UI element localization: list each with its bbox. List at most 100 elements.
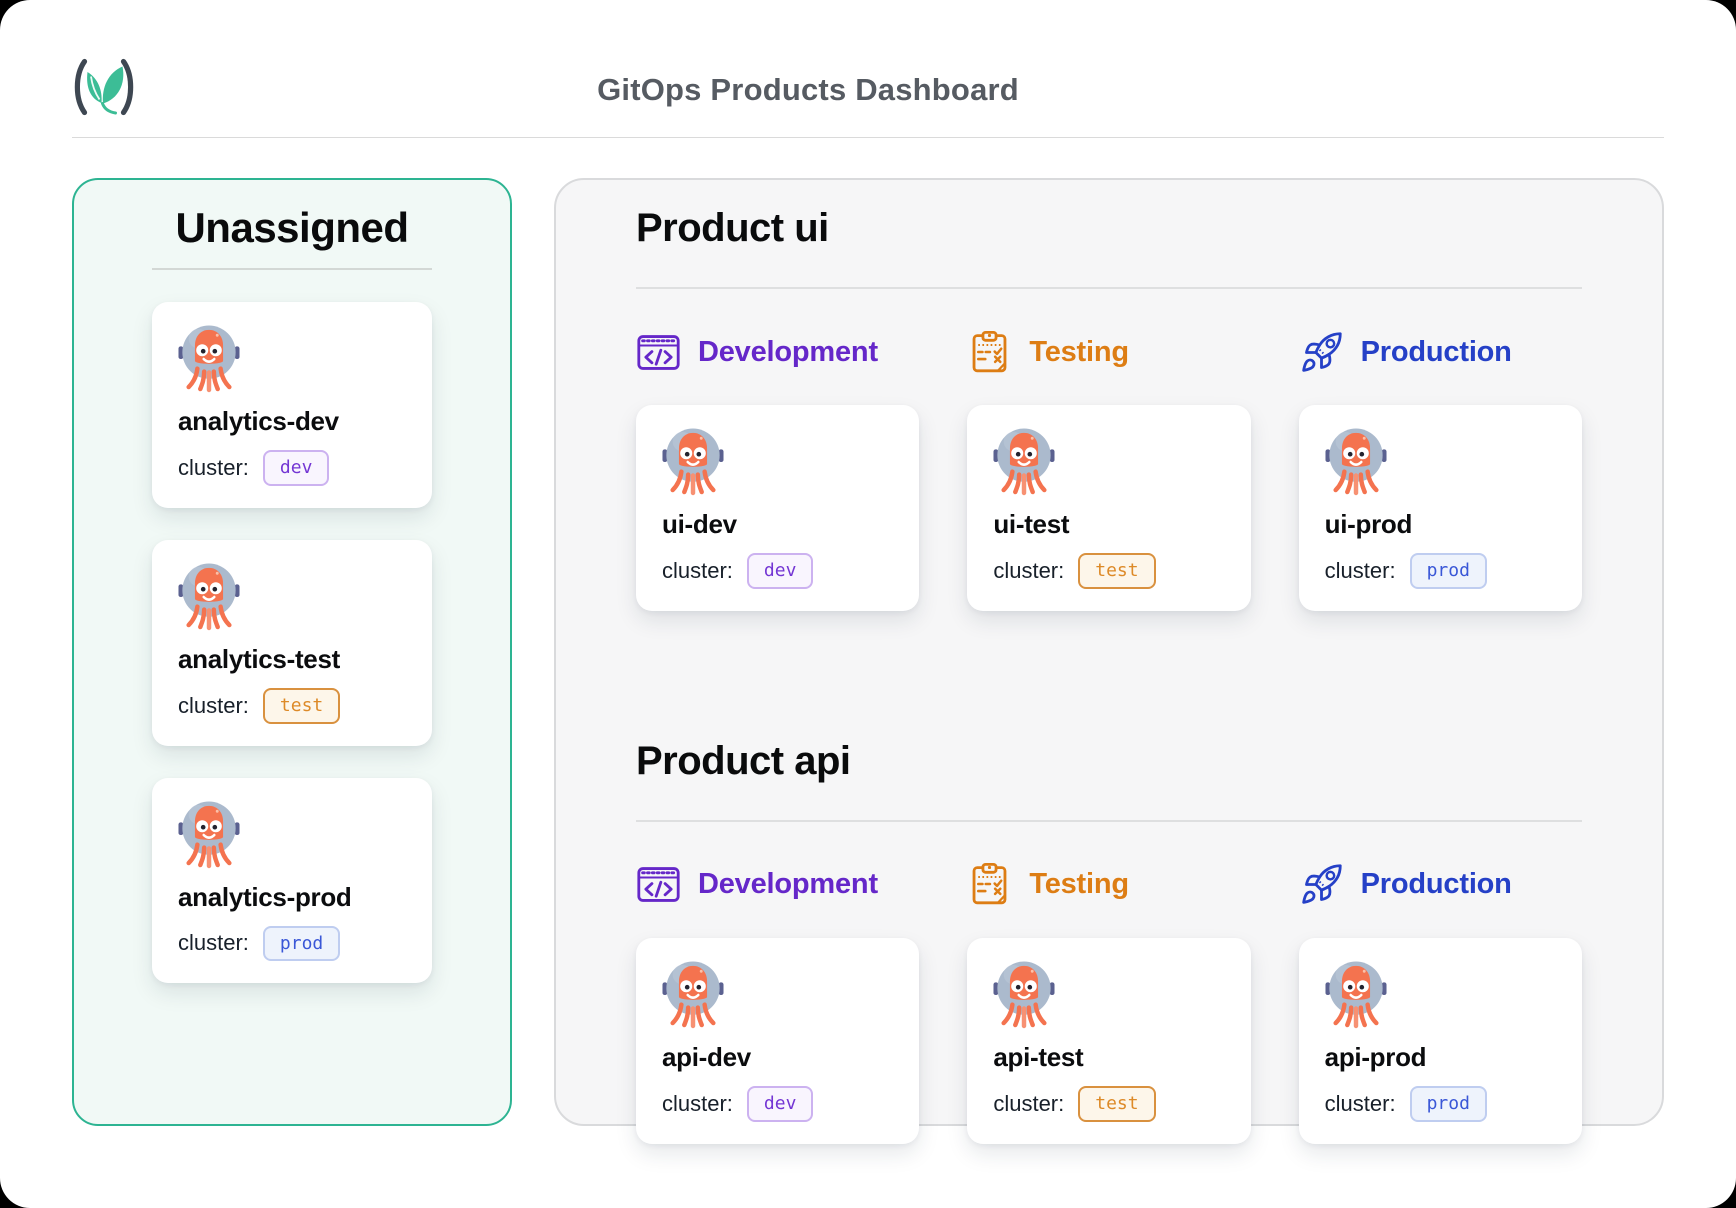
cluster-label: cluster: — [662, 558, 733, 584]
stage-label: Development — [698, 336, 878, 369]
app-card-analytics-dev[interactable]: analytics-dev cluster: dev — [152, 302, 432, 508]
cluster-label: cluster: — [1325, 558, 1396, 584]
stage-header-production: Production — [1299, 329, 1582, 375]
dashboard-page: GitOps Products Dashboard Unassigned ana… — [0, 0, 1736, 1208]
app-name: api-test — [993, 1042, 1224, 1073]
stage-card-slot: ui-dev cluster: dev — [636, 405, 919, 611]
argo-octopus-icon — [993, 958, 1055, 1030]
stage-card-slot: api-prod cluster: prod — [1299, 938, 1582, 1144]
cluster-badge: prod — [1410, 553, 1487, 589]
cluster-row: cluster: prod — [178, 926, 406, 962]
product-section-api: Product api Development api-dev — [636, 739, 1582, 1144]
app-name: ui-dev — [662, 509, 893, 540]
cluster-row: cluster: dev — [662, 553, 893, 589]
rocket-icon — [1299, 330, 1344, 375]
app-name: ui-test — [993, 509, 1224, 540]
product-section-ui: Product ui Development ui-dev — [636, 206, 1582, 611]
product-title: Product ui — [636, 206, 1582, 251]
app-name: analytics-dev — [178, 406, 406, 437]
divider — [636, 820, 1582, 822]
cluster-row: cluster: test — [993, 1086, 1224, 1122]
stage-header-development: Development — [636, 862, 919, 908]
app-card-ui-dev[interactable]: ui-dev cluster: dev — [636, 405, 919, 611]
app-card-analytics-test[interactable]: analytics-test cluster: test — [152, 540, 432, 746]
stage-card-slot: ui-prod cluster: prod — [1299, 405, 1582, 611]
argo-octopus-icon — [993, 425, 1055, 497]
argo-octopus-icon — [662, 425, 724, 497]
rocket-icon — [1299, 862, 1344, 907]
argo-octopus-icon — [178, 560, 240, 632]
argo-octopus-icon — [1325, 425, 1387, 497]
clipboard-checklist-icon — [967, 862, 1012, 907]
divider — [152, 268, 432, 270]
stage-card-slot: api-test cluster: test — [967, 938, 1250, 1144]
cluster-badge: dev — [747, 1086, 814, 1122]
cluster-label: cluster: — [993, 1091, 1064, 1117]
stage-row: Development api-dev cluster: dev — [636, 862, 1582, 1144]
app-name: api-dev — [662, 1042, 893, 1073]
cluster-label: cluster: — [662, 1091, 733, 1117]
argo-octopus-icon — [1325, 958, 1387, 1030]
cluster-row: cluster: dev — [178, 450, 406, 486]
cluster-row: cluster: prod — [1325, 553, 1556, 589]
stage-label: Production — [1361, 868, 1512, 901]
stage-column-production: Production ui-prod cluster: prod — [1299, 329, 1582, 611]
product-title: Product api — [636, 739, 1582, 784]
stage-row: Development ui-dev cluster: dev — [636, 329, 1582, 611]
app-name: api-prod — [1325, 1042, 1556, 1073]
app-card-api-test[interactable]: api-test cluster: test — [967, 938, 1250, 1144]
stage-label: Production — [1361, 336, 1512, 369]
products-panel: Product ui Development ui-dev — [554, 178, 1664, 1126]
argo-octopus-icon — [178, 322, 240, 394]
header: GitOps Products Dashboard — [72, 0, 1664, 138]
cluster-label: cluster: — [993, 558, 1064, 584]
app-name: analytics-test — [178, 644, 406, 675]
main-content: Unassigned analytics-dev cluster: dev — [0, 138, 1736, 1126]
cluster-badge: dev — [747, 553, 814, 589]
stage-header-production: Production — [1299, 862, 1582, 908]
cluster-row: cluster: prod — [1325, 1086, 1556, 1122]
cluster-label: cluster: — [178, 930, 249, 956]
stage-label: Testing — [1029, 868, 1129, 901]
cluster-badge: test — [1078, 1086, 1155, 1122]
app-card-ui-test[interactable]: ui-test cluster: test — [967, 405, 1250, 611]
stage-label: Development — [698, 868, 878, 901]
code-window-icon — [636, 330, 681, 375]
stage-column-production: Production api-prod cluster: prod — [1299, 862, 1582, 1144]
cluster-badge: test — [1078, 553, 1155, 589]
stage-column-testing: Testing api-test cluster: test — [967, 862, 1250, 1144]
cluster-badge: test — [263, 688, 340, 724]
clipboard-checklist-icon — [967, 330, 1012, 375]
argo-octopus-icon — [178, 798, 240, 870]
stage-header-testing: Testing — [967, 862, 1250, 908]
cluster-row: cluster: dev — [662, 1086, 893, 1122]
cluster-row: cluster: test — [178, 688, 406, 724]
argo-octopus-icon — [662, 958, 724, 1030]
app-card-api-dev[interactable]: api-dev cluster: dev — [636, 938, 919, 1144]
cluster-badge: prod — [263, 926, 340, 962]
cluster-label: cluster: — [178, 693, 249, 719]
cluster-badge: dev — [263, 450, 330, 486]
app-name: analytics-prod — [178, 882, 406, 913]
cluster-label: cluster: — [1325, 1091, 1396, 1117]
app-card-ui-prod[interactable]: ui-prod cluster: prod — [1299, 405, 1582, 611]
unassigned-panel: Unassigned analytics-dev cluster: dev — [72, 178, 512, 1126]
stage-card-slot: api-dev cluster: dev — [636, 938, 919, 1144]
cluster-row: cluster: test — [993, 553, 1224, 589]
app-card-analytics-prod[interactable]: analytics-prod cluster: prod — [152, 778, 432, 984]
stage-column-development: Development api-dev cluster: dev — [636, 862, 919, 1144]
cluster-badge: prod — [1410, 1086, 1487, 1122]
code-window-icon — [636, 862, 681, 907]
stage-header-development: Development — [636, 329, 919, 375]
page-title: GitOps Products Dashboard — [72, 72, 1544, 108]
stage-column-development: Development ui-dev cluster: dev — [636, 329, 919, 611]
unassigned-card-list: analytics-dev cluster: dev analytics-tes… — [152, 302, 432, 983]
stage-header-testing: Testing — [967, 329, 1250, 375]
unassigned-title: Unassigned — [152, 204, 432, 252]
app-card-api-prod[interactable]: api-prod cluster: prod — [1299, 938, 1582, 1144]
cluster-label: cluster: — [178, 455, 249, 481]
app-name: ui-prod — [1325, 509, 1556, 540]
stage-card-slot: ui-test cluster: test — [967, 405, 1250, 611]
stage-column-testing: Testing ui-test cluster: test — [967, 329, 1250, 611]
divider — [636, 287, 1582, 289]
